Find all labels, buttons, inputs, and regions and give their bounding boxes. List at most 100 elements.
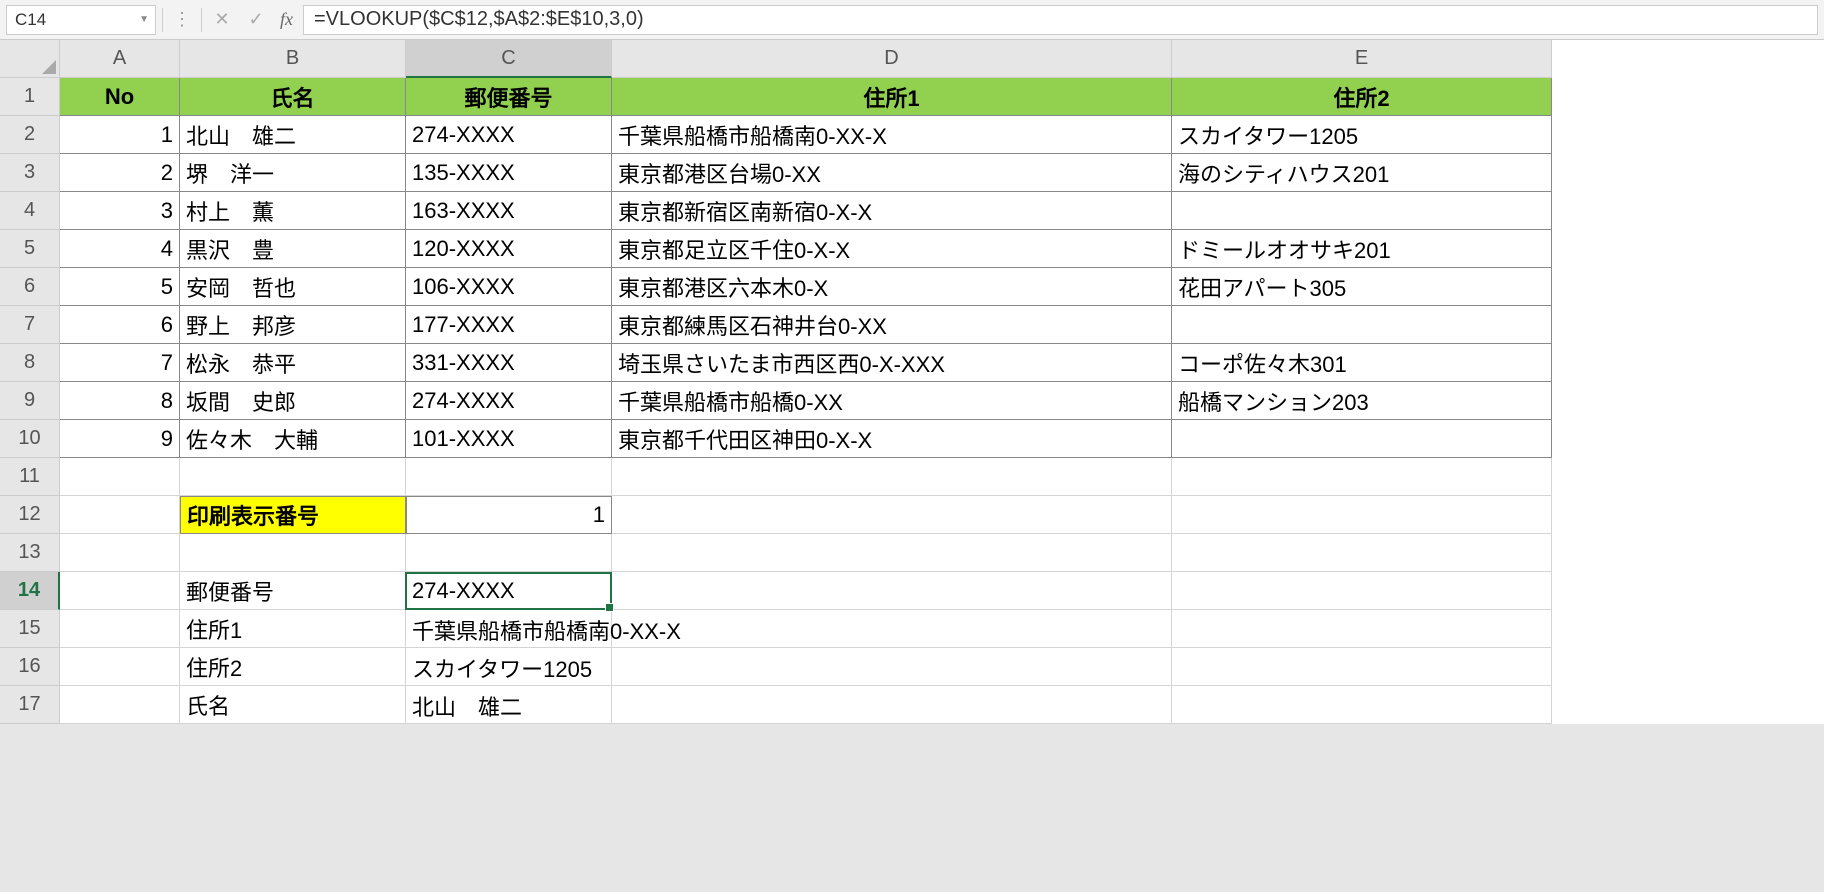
cell[interactable]: 274-XXXX [406,116,612,154]
row-header[interactable]: 7 [0,306,60,344]
cell[interactable]: 3 [60,192,180,230]
cell[interactable]: 106-XXXX [406,268,612,306]
result-label[interactable]: 氏名 [180,686,406,724]
cell[interactable]: 7 [60,344,180,382]
cell[interactable]: 東京都港区六本木0-X [612,268,1172,306]
name-box[interactable]: C14 ▼ [6,5,156,35]
cell[interactable] [612,496,1172,534]
cell[interactable] [612,648,1172,686]
row-header[interactable]: 14 [0,572,60,610]
cell[interactable] [1172,306,1552,344]
row-header[interactable]: 10 [0,420,60,458]
cell[interactable] [612,686,1172,724]
result-label[interactable]: 住所1 [180,610,406,648]
cell[interactable]: 4 [60,230,180,268]
cell[interactable] [1172,534,1552,572]
cell[interactable] [60,648,180,686]
cell[interactable] [1172,610,1552,648]
cell[interactable]: 佐々木 大輔 [180,420,406,458]
row-header[interactable]: 15 [0,610,60,648]
cell[interactable]: スカイタワー1205 [1172,116,1552,154]
row-header[interactable]: 6 [0,268,60,306]
cell[interactable]: 東京都足立区千住0-X-X [612,230,1172,268]
column-header[interactable]: A [60,40,180,78]
row-header[interactable]: 5 [0,230,60,268]
cell[interactable] [60,496,180,534]
select-all-corner[interactable] [0,40,60,78]
cell[interactable]: ドミールオオサキ201 [1172,230,1552,268]
cell[interactable]: 花田アパート305 [1172,268,1552,306]
cell[interactable]: 村上 薫 [180,192,406,230]
cell[interactable] [1172,458,1552,496]
cell[interactable]: 135-XXXX [406,154,612,192]
cell[interactable] [60,686,180,724]
cell[interactable] [406,458,612,496]
cell[interactable] [612,458,1172,496]
print-number[interactable]: 1 [406,496,612,534]
cell[interactable] [180,534,406,572]
cell[interactable]: 8 [60,382,180,420]
cell[interactable]: 5 [60,268,180,306]
cell[interactable]: 黒沢 豊 [180,230,406,268]
cell[interactable]: 東京都千代田区神田0-X-X [612,420,1172,458]
cell[interactable] [1172,420,1552,458]
cancel-button[interactable]: ✕ [208,6,236,34]
cell[interactable]: 6 [60,306,180,344]
cell[interactable] [1172,496,1552,534]
cell[interactable] [612,610,1172,648]
cell[interactable]: 2 [60,154,180,192]
cell[interactable]: 船橋マンション203 [1172,382,1552,420]
cell[interactable]: 千葉県船橋市船橋0-XX [612,382,1172,420]
spreadsheet[interactable]: ABCDE1No氏名郵便番号住所1住所221北山 雄二274-XXXX千葉県船橋… [0,40,1824,724]
cell[interactable]: 松永 恭平 [180,344,406,382]
row-header[interactable]: 16 [0,648,60,686]
cell[interactable]: 331-XXXX [406,344,612,382]
cell[interactable]: 274-XXXX [406,382,612,420]
cell[interactable]: 北山 雄二 [180,116,406,154]
dropdown-icon[interactable]: ▼ [139,14,149,25]
cell[interactable] [1172,572,1552,610]
cell[interactable] [1172,192,1552,230]
row-header[interactable]: 8 [0,344,60,382]
column-header[interactable]: C [406,40,612,78]
column-header[interactable]: B [180,40,406,78]
cell[interactable]: 千葉県船橋市船橋南0-XX-X [612,116,1172,154]
row-header[interactable]: 11 [0,458,60,496]
cell[interactable] [406,534,612,572]
cell[interactable] [1172,686,1552,724]
cell[interactable]: コーポ佐々木301 [1172,344,1552,382]
cell[interactable]: 101-XXXX [406,420,612,458]
cell[interactable]: 177-XXXX [406,306,612,344]
row-header[interactable]: 2 [0,116,60,154]
result-label[interactable]: 住所2 [180,648,406,686]
print-label[interactable]: 印刷表示番号 [180,496,406,534]
more-icon[interactable]: ⋮ [169,9,195,30]
cell[interactable] [60,610,180,648]
confirm-button[interactable]: ✓ [242,6,270,34]
row-header[interactable]: 4 [0,192,60,230]
result-label[interactable]: 郵便番号 [180,572,406,610]
row-header[interactable]: 1 [0,78,60,116]
row-header[interactable]: 13 [0,534,60,572]
cell[interactable] [60,572,180,610]
cell[interactable]: 野上 邦彦 [180,306,406,344]
cell[interactable]: 安岡 哲也 [180,268,406,306]
cell[interactable]: 東京都港区台場0-XX [612,154,1172,192]
row-header[interactable]: 17 [0,686,60,724]
formula-input[interactable]: =VLOOKUP($C$12,$A$2:$E$10,3,0) [303,5,1818,35]
cell[interactable] [1172,648,1552,686]
cell[interactable]: 東京都新宿区南新宿0-X-X [612,192,1172,230]
cell[interactable]: 埼玉県さいたま市西区西0-X-XXX [612,344,1172,382]
cell[interactable]: 1 [60,116,180,154]
row-header[interactable]: 9 [0,382,60,420]
cell[interactable]: 坂間 史郎 [180,382,406,420]
cell[interactable] [612,572,1172,610]
column-header[interactable]: D [612,40,1172,78]
column-header[interactable]: E [1172,40,1552,78]
cell[interactable] [60,534,180,572]
row-header[interactable]: 12 [0,496,60,534]
cell[interactable]: 9 [60,420,180,458]
result-value[interactable]: 274-XXXX [406,572,612,610]
cell[interactable] [612,534,1172,572]
cell[interactable]: 120-XXXX [406,230,612,268]
